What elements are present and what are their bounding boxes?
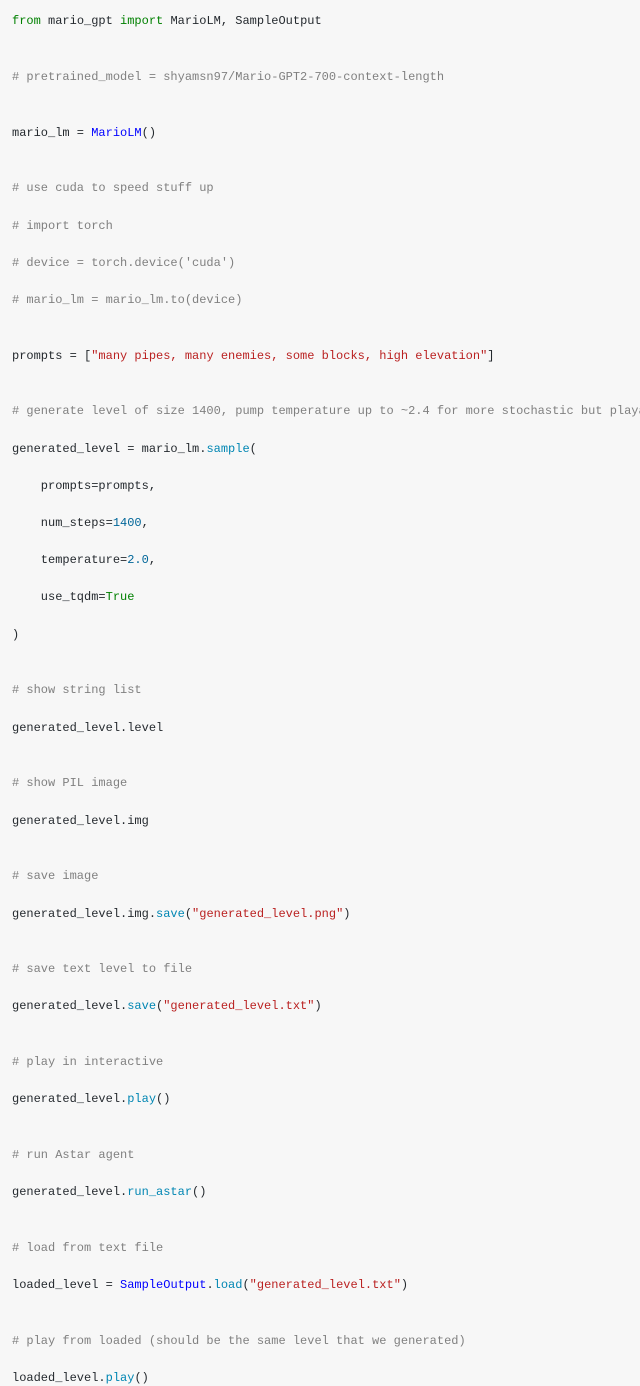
assign: prompts = [ <box>12 349 91 363</box>
comment: # save text level to file <box>12 962 192 976</box>
code-line: temperature=2.0, <box>12 551 628 570</box>
method-name: run_astar <box>127 1185 192 1199</box>
code-line: loaded_level = SampleOutput.load("genera… <box>12 1276 628 1295</box>
assign: mario_lm = <box>12 126 91 140</box>
expr: generated_level.level <box>12 721 163 735</box>
string-literal: "generated_level.txt" <box>163 999 314 1013</box>
dot: . <box>206 1278 213 1292</box>
class-name: SampleOutput <box>120 1278 206 1292</box>
comma: , <box>142 516 149 530</box>
class-name: MarioLM <box>91 126 141 140</box>
comment: # play from loaded (should be the same l… <box>12 1334 466 1348</box>
import-names: MarioLM, SampleOutput <box>163 14 321 28</box>
code-line: # show string list <box>12 681 628 700</box>
code-line: generated_level.level <box>12 719 628 738</box>
comment: # play in interactive <box>12 1055 163 1069</box>
comment: # use cuda to speed stuff up <box>12 181 214 195</box>
arg: temperature= <box>12 553 127 567</box>
string-literal: "generated_level.png" <box>192 907 343 921</box>
comment: # device = torch.device('cuda') <box>12 256 235 270</box>
code-line: prompts=prompts, <box>12 477 628 496</box>
code-line: # generate level of size 1400, pump temp… <box>12 402 628 421</box>
method-name: play <box>106 1371 135 1385</box>
paren: ( <box>156 999 163 1013</box>
code-line: # play from loaded (should be the same l… <box>12 1332 628 1351</box>
method-name: save <box>127 999 156 1013</box>
code-block: from mario_gpt import MarioLM, SampleOut… <box>12 12 628 1386</box>
expr: generated_level. <box>12 999 127 1013</box>
paren: ) <box>12 628 19 642</box>
bracket: ] <box>487 349 494 363</box>
code-line: ) <box>12 626 628 645</box>
arg: use_tqdm= <box>12 590 106 604</box>
bool-literal: True <box>106 590 135 604</box>
code-line: use_tqdm=True <box>12 588 628 607</box>
paren: ( <box>185 907 192 921</box>
code-line: generated_level.save("generated_level.tx… <box>12 997 628 1016</box>
comma: , <box>149 553 156 567</box>
comment: # save image <box>12 869 98 883</box>
expr: generated_level. <box>12 1185 127 1199</box>
code-line: generated_level.play() <box>12 1090 628 1109</box>
code-line: # play in interactive <box>12 1053 628 1072</box>
comment: # mario_lm = mario_lm.to(device) <box>12 293 242 307</box>
code-line: # save text level to file <box>12 960 628 979</box>
keyword-import: import <box>120 14 163 28</box>
comment: # generate level of size 1400, pump temp… <box>12 404 640 418</box>
code-line: # mario_lm = mario_lm.to(device) <box>12 291 628 310</box>
parens: () <box>134 1371 148 1385</box>
comment: # run Astar agent <box>12 1148 134 1162</box>
code-line: # run Astar agent <box>12 1146 628 1165</box>
method-name: play <box>127 1092 156 1106</box>
assign: loaded_level = <box>12 1278 120 1292</box>
code-line: # show PIL image <box>12 774 628 793</box>
expr: generated_level = mario_lm. <box>12 442 206 456</box>
module-name: mario_gpt <box>41 14 120 28</box>
paren: ( <box>242 1278 249 1292</box>
method-name: save <box>156 907 185 921</box>
parens: () <box>142 126 156 140</box>
expr: generated_level.img. <box>12 907 156 921</box>
method-name: sample <box>206 442 249 456</box>
code-line: # save image <box>12 867 628 886</box>
number-literal: 2.0 <box>127 553 149 567</box>
code-line: # use cuda to speed stuff up <box>12 179 628 198</box>
parens: () <box>192 1185 206 1199</box>
code-line: num_steps=1400, <box>12 514 628 533</box>
code-line: generated_level.img <box>12 812 628 831</box>
code-line: generated_level = mario_lm.sample( <box>12 440 628 459</box>
string-literal: "many pipes, many enemies, some blocks, … <box>91 349 487 363</box>
comment: # load from text file <box>12 1241 163 1255</box>
expr: loaded_level. <box>12 1371 106 1385</box>
arg: prompts=prompts, <box>12 479 156 493</box>
arg: num_steps= <box>12 516 113 530</box>
expr: generated_level. <box>12 1092 127 1106</box>
string-literal: "generated_level.txt" <box>250 1278 401 1292</box>
comment: # show PIL image <box>12 776 127 790</box>
code-line: generated_level.run_astar() <box>12 1183 628 1202</box>
code-line: # pretrained_model = shyamsn97/Mario-GPT… <box>12 68 628 87</box>
paren: ( <box>250 442 257 456</box>
expr: generated_level.img <box>12 814 149 828</box>
parens: () <box>156 1092 170 1106</box>
comment: # import torch <box>12 219 113 233</box>
code-line: prompts = ["many pipes, many enemies, so… <box>12 347 628 366</box>
code-line: # device = torch.device('cuda') <box>12 254 628 273</box>
comment: # show string list <box>12 683 142 697</box>
number-literal: 1400 <box>113 516 142 530</box>
code-line: # load from text file <box>12 1239 628 1258</box>
code-line: mario_lm = MarioLM() <box>12 124 628 143</box>
code-line: loaded_level.play() <box>12 1369 628 1386</box>
method-name: load <box>214 1278 243 1292</box>
paren: ) <box>343 907 350 921</box>
paren: ) <box>314 999 321 1013</box>
code-line: # import torch <box>12 217 628 236</box>
keyword-from: from <box>12 14 41 28</box>
code-line: generated_level.img.save("generated_leve… <box>12 905 628 924</box>
paren: ) <box>401 1278 408 1292</box>
comment: # pretrained_model = shyamsn97/Mario-GPT… <box>12 70 444 84</box>
code-line: from mario_gpt import MarioLM, SampleOut… <box>12 12 628 31</box>
